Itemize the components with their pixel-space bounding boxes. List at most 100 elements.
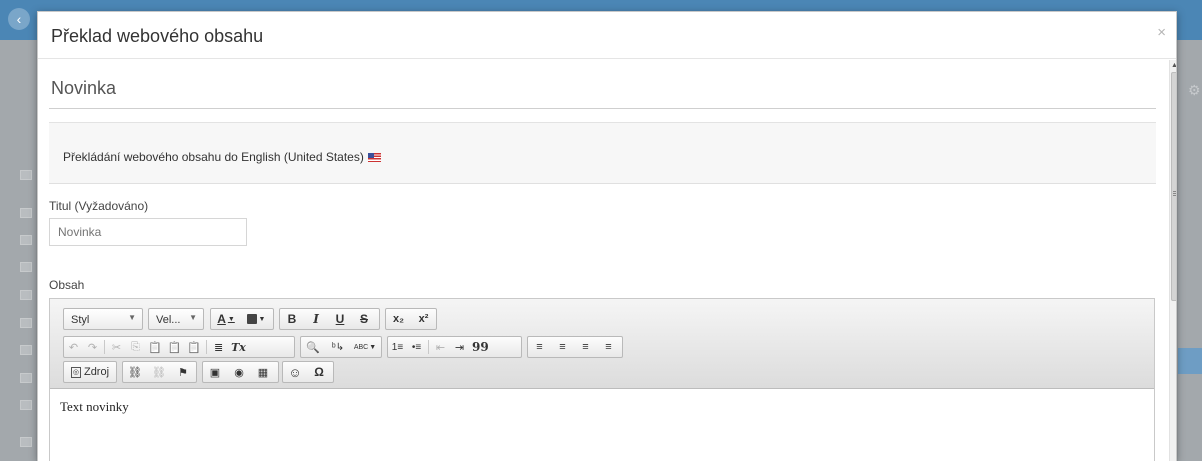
separator [206,340,208,354]
style-dropdown[interactable]: Styl ▼ [63,308,143,330]
background-sidebar [0,40,36,461]
section-title: Novinka [51,78,117,98]
background-right-panel [1178,40,1202,461]
spellcheck-icon: ABC [353,343,369,351]
align-block-button[interactable]: ≣ [209,337,228,357]
paragraph-group: 1≡ •≡ ⇤ ⇥ 99 [387,336,522,358]
paste-button[interactable]: 📋 [145,337,165,357]
sidebar-item-icon [20,373,32,383]
chevron-down-icon: ▼ [258,315,266,323]
sidebar-item-icon [20,345,32,355]
script-group: x₂ x² [385,308,437,330]
scrollbar-thumb[interactable] [1171,72,1176,301]
ordered-list-button[interactable]: 1≡ [388,337,407,357]
dialog-header: Překlad webového obsahu × [38,12,1176,59]
outdent-button[interactable]: ⇤ [431,337,450,357]
align-justify-button[interactable]: ≡ [597,337,620,357]
links-group: ⛓ ⛓ ⚑ [122,361,197,383]
dialog-title: Překlad webového obsahu [51,26,264,46]
sidebar-item-icon [20,262,32,272]
flash-button[interactable]: ◉ [227,362,251,382]
insert-group: ▣ ◉ ▦ [202,361,279,383]
translation-info-text: Překládání webového obsahu do English (U… [63,150,364,164]
alignment-group: ≡ ≡ ≡ ≡ [527,336,623,358]
unlink-button[interactable]: ⛓ [147,362,171,382]
scrollbar-grip [1173,191,1176,192]
dialog-body: Novinka Překládání webového obsahu do En… [38,60,1169,461]
table-button[interactable]: ▦ [251,362,275,382]
document-group: ◎ Zdroj [63,361,117,383]
find-button[interactable]: 🔍 [301,337,325,357]
size-dropdown[interactable]: Vel... ▼ [148,308,204,330]
underline-button[interactable]: U [328,309,352,329]
size-dropdown-label: Vel... [156,314,181,326]
blockquote-button[interactable]: 99 [469,337,492,357]
us-flag-icon [367,153,381,162]
back-icon: ‹ [8,8,30,30]
text-color-icon: A [217,312,226,326]
background-color-icon [246,314,257,324]
translation-info-box: Překládání webového obsahu do English (U… [49,123,1156,184]
editor-toolbar: Styl ▼ Vel... ▼ A ▼ ▼ B I U S x₂ x² ↶ ↷ … [50,299,1154,389]
chevron-down-icon: ▼ [128,313,136,322]
paste-word-button[interactable]: 📋 [184,337,204,357]
bold-button[interactable]: B [280,309,304,329]
smiley-button[interactable]: ☺ [283,362,307,382]
background-highlight [1178,348,1202,374]
paste-text-button[interactable]: 📋 [165,337,185,357]
color-group: A ▼ ▼ [210,308,274,330]
sidebar-item-icon [20,437,32,447]
close-icon[interactable]: × [1157,24,1166,41]
gear-icon: ⚙ [1188,82,1201,98]
indent-button[interactable]: ⇥ [450,337,469,357]
editor-content-text: Text novinky [60,399,129,414]
anchor-button[interactable]: ⚑ [171,362,195,382]
style-dropdown-label: Styl [71,314,90,326]
redo-button[interactable]: ↷ [83,337,102,357]
replace-button[interactable]: ᵇ↳ [325,337,351,357]
translation-info: Překládání webového obsahu do English (U… [63,150,381,164]
dialog-scrollbar[interactable]: ▲ [1169,60,1176,461]
bullet-list-button[interactable]: •≡ [407,337,426,357]
background-color-button[interactable]: ▼ [241,309,271,329]
find-group: 🔍 ᵇ↳ ABC ▼ [300,336,382,358]
special-char-button[interactable]: Ω [307,362,331,382]
separator [104,340,105,354]
rich-text-editor: Styl ▼ Vel... ▼ A ▼ ▼ B I U S x₂ x² ↶ ↷ … [49,298,1155,461]
superscript-button[interactable]: x² [411,309,436,329]
title-field-label: Titul (Vyžadováno) [49,199,149,213]
sidebar-item-icon [20,290,32,300]
chevron-down-icon: ▼ [369,343,377,351]
link-button[interactable]: ⛓ [123,362,147,382]
italic-button[interactable]: I [304,309,328,329]
scroll-up-icon[interactable]: ▲ [1170,62,1176,70]
content-field-label: Obsah [49,278,85,292]
copy-button[interactable]: ⎘ [126,337,145,357]
sidebar-item-icon [20,400,32,410]
align-right-button[interactable]: ≡ [574,337,597,357]
undo-button[interactable]: ↶ [64,337,83,357]
source-button-label: Zdroj [83,366,110,378]
clipboard-group: ↶ ↷ ✂ ⎘ 📋 📋 📋 ≣ Tx [63,336,295,358]
spellcheck-button[interactable]: ABC ▼ [351,337,379,357]
cut-button[interactable]: ✂ [107,337,126,357]
divider [49,108,1156,109]
source-button[interactable]: ◎ Zdroj [64,362,116,382]
align-left-button[interactable]: ≡ [528,337,551,357]
remove-format-button[interactable]: Tx [228,337,249,357]
sidebar-item-icon [20,208,32,218]
separator [428,340,429,354]
source-icon: ◎ [70,366,81,378]
chevron-down-icon: ▼ [189,313,197,322]
title-input[interactable] [49,218,247,246]
editor-content-area[interactable]: Text novinky [50,390,1154,461]
strikethrough-button[interactable]: S [352,309,376,329]
subscript-button[interactable]: x₂ [386,309,411,329]
text-color-button[interactable]: A ▼ [211,309,241,329]
translation-dialog: Překlad webového obsahu × Novinka Překlá… [37,11,1177,461]
sidebar-item-icon [20,170,32,180]
sidebar-item-icon [20,235,32,245]
image-button[interactable]: ▣ [203,362,227,382]
align-center-button[interactable]: ≡ [551,337,574,357]
symbols-group: ☺ Ω [282,361,334,383]
